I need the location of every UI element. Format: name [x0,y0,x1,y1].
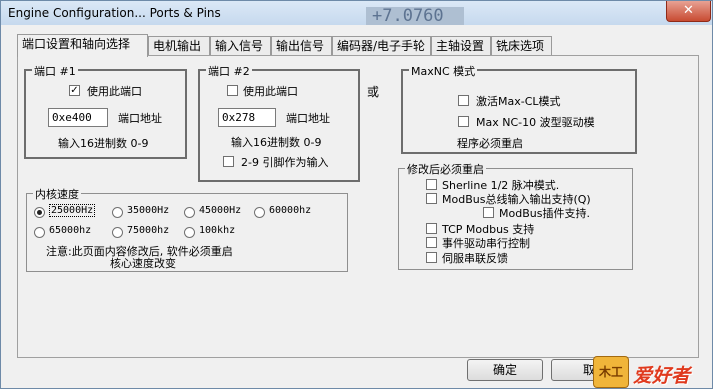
watermark-badge: 木工 [593,356,629,388]
tab-motor-outputs[interactable]: 电机输出 [148,36,210,55]
kernel-legend: 内核速度 [33,186,81,202]
maxnc-cl-label: 激活Max-CL模式 [476,95,561,108]
port2-enable-label: 使用此端口 [243,85,298,98]
port2-address-input[interactable]: 0x278 [218,108,276,127]
maxnc-nc10-label: Max NC-10 波型驱动模 [476,116,595,129]
ok-button[interactable]: 确定 [467,359,543,381]
engine-config-window: Engine Configuration... Ports & Pins +7.… [0,0,713,389]
watermark-text: 爱好者 [633,365,691,387]
kernel-speed-group: 内核速度 25000Hz 35000Hz 45000Hz 60000hz 650… [26,186,348,272]
tab-encoder-mpg[interactable]: 编码器/电子手轮 [332,36,431,55]
servo-feedback-label: 伺服串联反馈 [442,252,508,265]
event-serial-checkbox[interactable] [426,237,437,248]
maxnc-nc10-checkbox[interactable] [458,116,469,127]
kernel-75000-radio[interactable] [112,227,123,238]
kernel-100k-label: 100khz [199,225,236,236]
modbus-plugin-label: ModBus插件支持. [499,207,590,220]
tab-output-signals[interactable]: 输出信号 [271,36,332,55]
kernel-25000-radio[interactable] [34,207,45,218]
kernel-60000-label: 60000hz [269,205,312,216]
close-button[interactable]: ✕ [666,1,711,22]
kernel-note-line2: 核心速度改变 [110,257,176,270]
port2-legend: 端口 #2 [206,63,252,79]
tcp-modbus-checkbox[interactable] [426,223,437,234]
maxnc-note: 程序必须重启 [457,137,523,150]
background-dro-readout: +7.0760 [366,7,464,25]
kernel-25000-label: 25000Hz [49,204,96,217]
port2-pins-input-checkbox[interactable] [223,156,234,167]
tab-mill-options[interactable]: 铣床选项 [491,36,552,55]
port2-hint: 输入16进制数 0-9 [231,136,322,149]
maxnc-legend: MaxNC 模式 [409,63,478,79]
title-bar: Engine Configuration... Ports & Pins +7.… [1,1,712,25]
kernel-100k-radio[interactable] [184,227,195,238]
port1-address-input[interactable]: 0xe400 [48,108,108,127]
event-serial-label: 事件驱动串行控制 [442,237,530,250]
port2-enable-checkbox[interactable] [227,85,238,96]
watermark-logo: 木工 爱好者 [589,356,709,388]
kernel-65000-radio[interactable] [34,227,45,238]
port2-pins-input-label: 2-9 引脚作为输入 [241,156,329,169]
restart-required-group: 修改后必须重启 Sherline 1/2 脉冲模式. ModBus总线输入输出支… [398,161,633,270]
port1-address-label: 端口地址 [118,112,162,125]
sherline-checkbox[interactable] [426,179,437,190]
maxnc-cl-checkbox[interactable] [458,95,469,106]
kernel-75000-label: 75000hz [127,225,170,236]
port1-legend: 端口 #1 [32,63,78,79]
tab-spindle-setup[interactable]: 主轴设置 [431,36,491,55]
port1-enable-checkbox[interactable]: ✓ [69,85,80,96]
kernel-65000-label: 65000hz [49,225,92,236]
kernel-35000-radio[interactable] [112,207,123,218]
port2-group: 端口 #2 使用此端口 0x278 端口地址 输入16进制数 0-9 2-9 引… [198,63,360,182]
kernel-35000-label: 35000Hz [127,205,170,216]
kernel-60000-radio[interactable] [254,207,265,218]
or-label: 或 [367,85,380,99]
port2-address-label: 端口地址 [286,112,330,125]
kernel-45000-radio[interactable] [184,207,195,218]
port1-enable-label: 使用此端口 [87,85,142,98]
maxnc-group: MaxNC 模式 激活Max-CL模式 Max NC-10 波型驱动模 程序必须… [401,63,637,154]
modbus-plugin-checkbox[interactable] [483,207,494,218]
port1-hint: 输入16进制数 0-9 [58,137,149,150]
window-title: Engine Configuration... Ports & Pins [8,6,221,20]
tab-input-signals[interactable]: 输入信号 [210,36,271,55]
tab-panel: 端口 #1 ✓ 使用此端口 0xe400 端口地址 输入16进制数 0-9 端口… [17,55,699,358]
kernel-45000-label: 45000Hz [199,205,242,216]
modbus-io-checkbox[interactable] [426,193,437,204]
tab-ports-axis[interactable]: 端口设置和轴向选择 [17,34,148,57]
port1-group: 端口 #1 ✓ 使用此端口 0xe400 端口地址 输入16进制数 0-9 [24,63,187,159]
servo-feedback-checkbox[interactable] [426,252,437,263]
restart-legend: 修改后必须重启 [405,161,486,177]
